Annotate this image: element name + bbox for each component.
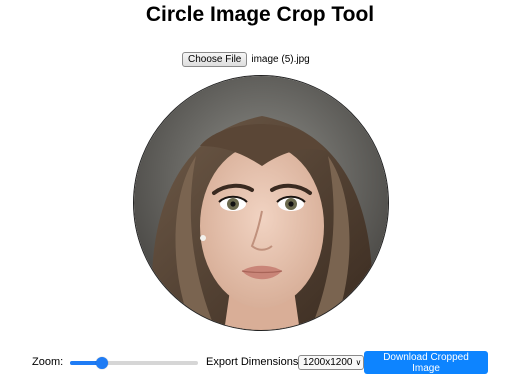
file-picker: Choose File image (5).jpg (182, 51, 310, 67)
export-dimensions-select[interactable]: 1200x1200 ∨ (298, 355, 365, 370)
export-dimensions-label: Export Dimensions: (206, 356, 302, 368)
export-dimensions-value: 1200x1200 (303, 357, 353, 368)
zoom-slider[interactable] (70, 357, 198, 369)
choose-file-button[interactable]: Choose File (182, 51, 248, 67)
zoom-label: Zoom: (32, 356, 64, 368)
controls-bar: Zoom: Export Dimensions: 1200x1200 ∨ Dow… (0, 351, 520, 375)
page: Circle Image Crop Tool Choose File image… (0, 0, 520, 387)
zoom-slider-thumb[interactable] (96, 357, 108, 369)
page-title: Circle Image Crop Tool (145, 3, 375, 26)
portrait-image (134, 76, 388, 330)
chevron-down-icon: ∨ (355, 358, 362, 367)
selected-file-name: image (5).jpg (251, 53, 310, 65)
circle-crop-preview[interactable] (133, 75, 389, 331)
download-cropped-image-button[interactable]: Download Cropped Image (364, 351, 488, 374)
